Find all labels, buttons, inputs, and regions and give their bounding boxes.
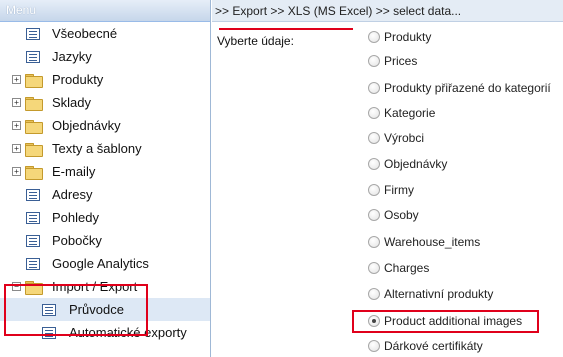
option-label: Warehouse_items [384,235,481,249]
option-label: Charges [384,261,430,275]
document-icon [42,327,56,339]
option-label: Product additional images [384,314,523,328]
menu-item-label: Sklady [52,95,92,110]
document-icon [26,51,40,63]
menu-item-sklady[interactable]: + Sklady [0,91,210,114]
radio-button[interactable] [368,55,380,67]
menu-item-automaticke-exporty[interactable]: Automatické exporty [0,321,210,344]
expand-plus-icon[interactable]: + [12,167,21,176]
menu-item-label: Všeobecné [52,26,118,41]
document-icon [42,304,56,316]
option-label: Prices [384,54,418,68]
folder-icon [25,97,43,111]
radio-button[interactable] [368,184,380,196]
menu-item-vseobecne[interactable]: Všeobecné [0,22,210,45]
option-label: Alternativní produkty [384,287,494,301]
option-label: Objednávky [384,157,448,171]
folder-open-icon [25,281,43,295]
radio-button[interactable] [368,340,380,352]
menu-item-label: Texty a šablony [52,141,142,156]
document-icon [26,189,40,201]
expand-plus-icon[interactable]: + [12,98,21,107]
menu-item-label: Adresy [52,187,93,202]
menu-item-label: Pohledy [52,210,99,225]
option-label: Dárkové certifikáty [384,339,483,353]
document-icon [26,28,40,40]
radio-button[interactable] [368,31,380,43]
option-label: Výrobci [384,131,425,145]
menu-item-pohledy[interactable]: Pohledy [0,206,210,229]
menu-item-pobocky[interactable]: Pobočky [0,229,210,252]
menu-item-label: Objednávky [52,118,121,133]
menu-item-adresy[interactable]: Adresy [0,183,210,206]
menu-header: Menu [0,0,210,22]
folder-icon [25,166,43,180]
radio-button[interactable] [368,132,380,144]
radio-button[interactable] [368,236,380,248]
option-label: Firmy [384,183,414,197]
document-icon [26,258,40,270]
expand-plus-icon[interactable]: + [12,121,21,130]
radio-button[interactable] [368,107,380,119]
radio-button[interactable] [368,82,380,94]
folder-icon [25,120,43,134]
document-icon [26,212,40,224]
radio-button-selected[interactable] [368,315,380,327]
menu-item-label: Pobočky [52,233,102,248]
expand-plus-icon[interactable]: + [12,75,21,84]
expand-plus-icon[interactable]: + [12,144,21,153]
menu-item-e-maily[interactable]: + E-maily [0,160,210,183]
breadcrumb: >> Export >> XLS (MS Excel) >> select da… [212,0,563,22]
radio-button[interactable] [368,158,380,170]
radio-button[interactable] [368,288,380,300]
option-label: Kategorie [384,106,436,120]
menu-item-produkty[interactable]: + Produkty [0,68,210,91]
menu-item-objednavky[interactable]: + Objednávky [0,114,210,137]
menu-item-label: Google Analytics [52,256,149,271]
menu-item-import-export[interactable]: − Import / Export [0,275,210,298]
option-label: Osoby [384,208,419,222]
folder-icon [25,143,43,157]
content-panel: >> Export >> XLS (MS Excel) >> select da… [212,0,563,357]
option-label: Produkty [384,30,432,44]
menu-panel: Menu Všeobecné Jazyky + Produkty + Sklad… [0,0,211,357]
menu-item-jazyky[interactable]: Jazyky [0,45,210,68]
breadcrumb-highlight-underline [219,28,353,30]
menu-item-pruvodce[interactable]: Průvodce [0,298,210,321]
menu-item-google-analytics[interactable]: Google Analytics [0,252,210,275]
menu-item-label: Průvodce [69,302,124,317]
select-data-label: Vyberte údaje: [217,34,294,48]
menu-item-label: Import / Export [52,279,138,294]
menu-tree: Všeobecné Jazyky + Produkty + Sklady + O… [0,22,210,344]
radio-button[interactable] [368,262,380,274]
option-label: Produkty přiřazené do kategorií [384,81,551,95]
collapse-minus-icon[interactable]: − [12,282,21,291]
document-icon [26,235,40,247]
radio-button[interactable] [368,209,380,221]
menu-item-label: Produkty [52,72,104,87]
menu-item-texty-a-sablony[interactable]: + Texty a šablony [0,137,210,160]
menu-item-label: E-maily [52,164,96,179]
menu-item-label: Jazyky [52,49,92,64]
menu-item-label: Automatické exporty [69,325,187,340]
folder-icon [25,74,43,88]
